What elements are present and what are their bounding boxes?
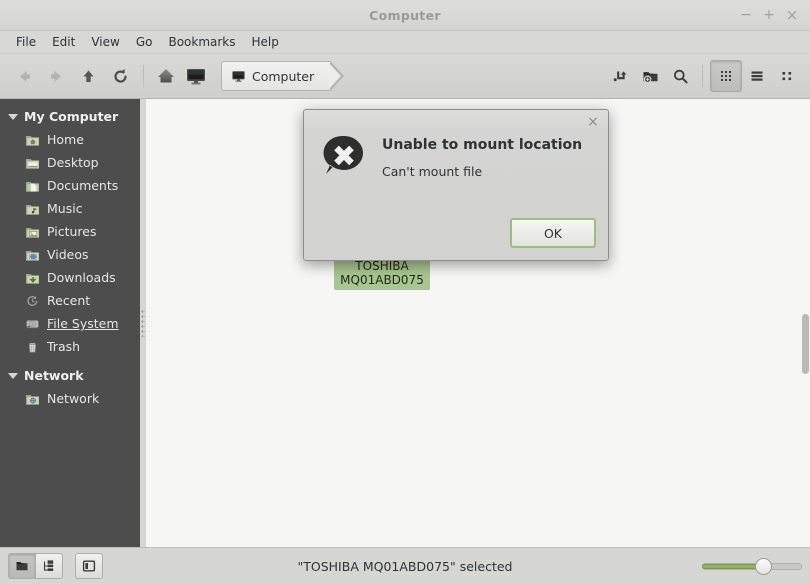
close-button[interactable]: × xyxy=(782,5,802,25)
sidebar-item-downloads[interactable]: Downloads xyxy=(0,266,140,289)
sidebar-item-videos[interactable]: Videos xyxy=(0,243,140,266)
compact-view-button[interactable] xyxy=(772,61,802,91)
sidebar-item-label: Music xyxy=(47,201,83,216)
menu-edit[interactable]: Edit xyxy=(44,33,83,51)
title-bar: Computer − + × xyxy=(0,0,810,31)
zoom-slider[interactable] xyxy=(702,557,802,575)
new-folder-icon[interactable] xyxy=(635,61,665,91)
sidebar-item-label: File System xyxy=(47,316,119,331)
breadcrumb: Computer xyxy=(217,61,345,91)
window-controls: − + × xyxy=(736,0,802,30)
minimize-button[interactable]: − xyxy=(736,5,756,25)
folder-desktop-icon xyxy=(24,155,40,171)
status-bar: "TOSHIBA MQ01ABD075" selected xyxy=(0,547,810,584)
toolbar: Computer xyxy=(0,54,810,99)
file-manager-window: Computer − + × File Edit View Go Bookmar… xyxy=(0,0,810,584)
vertical-scrollbar[interactable] xyxy=(801,99,810,547)
dialog-title: Unable to mount location xyxy=(382,137,583,153)
sidebar-item-network[interactable]: Network xyxy=(0,387,140,410)
status-text: "TOSHIBA MQ01ABD075" selected xyxy=(297,558,513,574)
home-icon[interactable] xyxy=(151,61,181,91)
sidebar-item-recent[interactable]: Recent xyxy=(0,289,140,312)
sidebar-item-desktop[interactable]: Desktop xyxy=(0,151,140,174)
menu-file[interactable]: File xyxy=(8,33,44,51)
sidebar-item-label: Desktop xyxy=(47,155,99,170)
folder-videos-icon xyxy=(24,247,40,263)
chevron-down-icon xyxy=(8,372,18,379)
up-icon[interactable] xyxy=(72,61,104,91)
sidebar-group-label: Network xyxy=(24,368,84,383)
icon-view-button[interactable] xyxy=(710,60,742,92)
computer-icon xyxy=(231,69,246,83)
maximize-button[interactable]: + xyxy=(759,5,779,25)
breadcrumb-item-computer[interactable]: Computer xyxy=(221,61,345,91)
menu-go[interactable]: Go xyxy=(128,33,161,51)
back-icon[interactable] xyxy=(8,61,40,91)
zoom-slider-fill xyxy=(702,563,762,569)
drive-harddisk-icon xyxy=(24,316,40,332)
menu-view[interactable]: View xyxy=(83,33,127,51)
reload-icon[interactable] xyxy=(104,61,136,91)
forward-icon[interactable] xyxy=(40,61,72,91)
toggle-sidebar-button[interactable] xyxy=(75,553,103,579)
view-mode-group xyxy=(710,60,802,92)
menu-bar: File Edit View Go Bookmarks Help xyxy=(0,31,810,54)
error-dialog[interactable]: × Unable to mount location Can't mount f… xyxy=(303,109,609,261)
folder-home-icon xyxy=(24,132,40,148)
sidebar-item-label: Home xyxy=(47,132,84,147)
sidebar-group-network[interactable]: Network xyxy=(0,364,140,387)
sidebar-item-label: Videos xyxy=(47,247,89,262)
menu-bookmarks[interactable]: Bookmarks xyxy=(160,33,243,51)
breadcrumb-chevron-icon xyxy=(329,61,345,91)
dialog-close-button[interactable]: × xyxy=(585,114,601,130)
network-icon xyxy=(24,391,40,407)
trash-icon xyxy=(24,339,40,355)
folder-downloads-icon xyxy=(24,270,40,286)
sidebar-item-label: Pictures xyxy=(47,224,97,239)
sidebar-item-music[interactable]: Music xyxy=(0,197,140,220)
drive-item-label: TOSHIBA MQ01ABD075 xyxy=(334,257,430,290)
dialog-error-icon xyxy=(320,132,368,183)
show-places-button[interactable] xyxy=(8,553,36,579)
chevron-down-icon xyxy=(8,113,18,120)
list-view-button[interactable] xyxy=(742,61,772,91)
sidebar-item-pictures[interactable]: Pictures xyxy=(0,220,140,243)
dialog-actions: OK xyxy=(510,218,596,248)
sidebar-item-label: Trash xyxy=(47,339,81,354)
ok-button[interactable]: OK xyxy=(510,218,596,248)
folder-documents-icon xyxy=(24,178,40,194)
toolbar-separator xyxy=(143,65,144,87)
sidebar-group-my-computer[interactable]: My Computer xyxy=(0,105,140,128)
sidebar-item-label: Recent xyxy=(47,293,91,308)
sidebar-item-label: Downloads xyxy=(47,270,116,285)
recent-icon xyxy=(24,293,40,309)
sidebar-item-documents[interactable]: Documents xyxy=(0,174,140,197)
sidebar-item-label: Network xyxy=(47,391,100,406)
breadcrumb-label: Computer xyxy=(252,68,315,84)
splitter-grip-icon xyxy=(141,309,145,337)
sidebar-mode-group xyxy=(8,553,63,579)
zoom-slider-knob[interactable] xyxy=(755,557,772,575)
folder-pictures-icon xyxy=(24,224,40,240)
sidebar-item-home[interactable]: Home xyxy=(0,128,140,151)
show-tree-button[interactable] xyxy=(36,553,63,579)
sidebar-item-trash[interactable]: Trash xyxy=(0,335,140,358)
dialog-body: Unable to mount location Can't mount fil… xyxy=(304,110,608,183)
menu-help[interactable]: Help xyxy=(244,33,287,51)
dialog-message: Can't mount file xyxy=(382,164,483,179)
dialog-text: Unable to mount location Can't mount fil… xyxy=(382,132,582,183)
sidebar-item-file-system[interactable]: File System xyxy=(0,312,140,335)
folder-music-icon xyxy=(24,201,40,217)
sidebar-group-label: My Computer xyxy=(24,109,119,124)
toolbar-separator-2 xyxy=(702,65,703,87)
open-terminal-icon[interactable] xyxy=(605,61,635,91)
scrollbar-thumb[interactable] xyxy=(802,314,809,374)
computer-icon[interactable] xyxy=(181,61,211,91)
sidebar: My Computer Home Desktop Documents Music… xyxy=(0,99,140,547)
window-title: Computer xyxy=(369,7,441,23)
search-icon[interactable] xyxy=(665,61,695,91)
sidebar-item-label: Documents xyxy=(47,178,119,193)
